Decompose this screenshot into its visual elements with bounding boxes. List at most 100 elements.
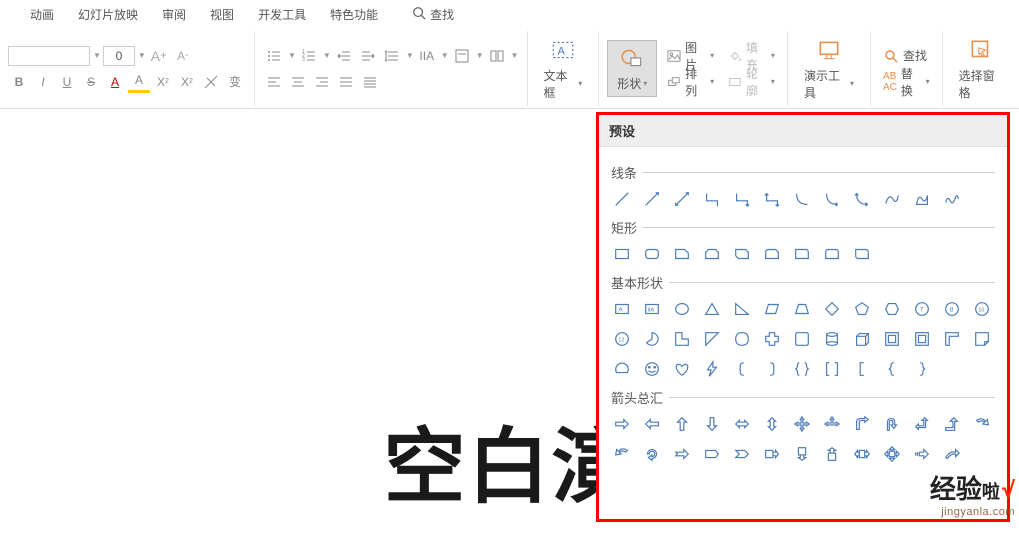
fill-button[interactable]: 填充▾ bbox=[724, 45, 779, 67]
align-center-icon[interactable] bbox=[287, 71, 309, 93]
frame-icon[interactable] bbox=[911, 328, 933, 350]
highlight-icon[interactable]: A bbox=[128, 71, 150, 93]
replace-button[interactable]: ABAC 替换▾ bbox=[879, 71, 934, 93]
line-icon[interactable] bbox=[611, 188, 633, 210]
line-double-arrow-icon[interactable] bbox=[671, 188, 693, 210]
arrow-down-icon[interactable] bbox=[701, 413, 723, 435]
shapes-button[interactable]: 形状▾ bbox=[607, 40, 657, 97]
align-text-icon[interactable] bbox=[451, 45, 473, 67]
subscript-icon[interactable]: X2 bbox=[176, 71, 198, 93]
elbow-connector-icon[interactable] bbox=[701, 188, 723, 210]
trapezoid-icon[interactable] bbox=[791, 298, 813, 320]
brace-right-icon[interactable] bbox=[911, 358, 933, 380]
line-spacing-icon[interactable] bbox=[381, 45, 403, 67]
arrow-callout-lr-icon[interactable] bbox=[851, 443, 873, 465]
cross-icon[interactable] bbox=[761, 328, 783, 350]
arrow-leftright-icon[interactable] bbox=[731, 413, 753, 435]
arrow-up-icon[interactable] bbox=[671, 413, 693, 435]
arrow-right-icon[interactable] bbox=[611, 413, 633, 435]
round-single-icon[interactable] bbox=[791, 243, 813, 265]
arrow-swoosh-icon[interactable] bbox=[941, 443, 963, 465]
picture-button[interactable]: 图片▾ bbox=[663, 45, 718, 67]
select-pane-button[interactable]: 选择窗格 bbox=[951, 33, 1011, 105]
arrow-callout-right-icon[interactable] bbox=[761, 443, 783, 465]
chord-icon[interactable] bbox=[611, 358, 633, 380]
rounded-rect-icon[interactable] bbox=[641, 243, 663, 265]
lightning-icon[interactable] bbox=[701, 358, 723, 380]
oval-icon[interactable] bbox=[671, 298, 693, 320]
bracket-right-icon[interactable] bbox=[761, 358, 783, 380]
arrow-notched-icon[interactable] bbox=[671, 443, 693, 465]
clear-format-icon[interactable] bbox=[200, 71, 222, 93]
pie-icon[interactable] bbox=[641, 328, 663, 350]
tab-features[interactable]: 特色功能 bbox=[330, 6, 378, 23]
smiley-icon[interactable] bbox=[641, 358, 663, 380]
heart-icon[interactable] bbox=[671, 358, 693, 380]
triangle-icon[interactable] bbox=[701, 298, 723, 320]
snip-diag-icon[interactable] bbox=[731, 243, 753, 265]
arrow-chevron-icon[interactable] bbox=[731, 443, 753, 465]
align-justify-icon[interactable] bbox=[335, 71, 357, 93]
bold-icon[interactable]: B bbox=[8, 71, 30, 93]
round-same-icon[interactable] bbox=[821, 243, 843, 265]
tab-search[interactable]: 查找 bbox=[412, 6, 454, 23]
tab-devtools[interactable]: 开发工具 bbox=[258, 6, 306, 23]
tear-icon[interactable] bbox=[731, 328, 753, 350]
arrow-callout-down-icon[interactable] bbox=[791, 443, 813, 465]
increase-font-icon[interactable]: A+ bbox=[148, 45, 170, 67]
elbow-double-icon[interactable] bbox=[761, 188, 783, 210]
font-size-input[interactable] bbox=[103, 46, 135, 66]
half-frame-icon[interactable] bbox=[941, 328, 963, 350]
italic-icon[interactable]: I bbox=[32, 71, 54, 93]
elbow-arrow-icon[interactable] bbox=[731, 188, 753, 210]
tab-review[interactable]: 审阅 bbox=[162, 6, 186, 23]
pentagon-icon[interactable] bbox=[851, 298, 873, 320]
font-color-icon[interactable]: A bbox=[104, 71, 126, 93]
tab-slideshow[interactable]: 幻灯片放映 bbox=[78, 6, 138, 23]
round-diag-icon[interactable] bbox=[851, 243, 873, 265]
snip-round-icon[interactable] bbox=[761, 243, 783, 265]
bevel-icon[interactable] bbox=[881, 328, 903, 350]
tab-animation[interactable]: 动画 bbox=[30, 6, 54, 23]
arrow-callout-up-icon[interactable] bbox=[821, 443, 843, 465]
arrow-pentagon-icon[interactable] bbox=[701, 443, 723, 465]
decagon-icon[interactable]: 10 bbox=[971, 298, 993, 320]
folded-corner-icon[interactable] bbox=[971, 328, 993, 350]
arrow-callout-quad-icon[interactable] bbox=[881, 443, 903, 465]
columns-icon[interactable] bbox=[486, 45, 508, 67]
arrange-button[interactable]: 排列▾ bbox=[663, 71, 718, 93]
format-painter-icon[interactable]: 变 bbox=[224, 71, 246, 93]
textbox-shape-icon[interactable]: A bbox=[611, 298, 633, 320]
bullets-icon[interactable] bbox=[263, 45, 285, 67]
tab-view[interactable]: 视图 bbox=[210, 6, 234, 23]
arrow-left-icon[interactable] bbox=[641, 413, 663, 435]
demo-tools-button[interactable]: 演示工具▾ bbox=[796, 33, 862, 105]
arrow-quad-icon[interactable] bbox=[791, 413, 813, 435]
textbox-button[interactable]: A 文本框▾ bbox=[536, 33, 591, 105]
align-distributed-icon[interactable] bbox=[359, 71, 381, 93]
arrow-circular-icon[interactable] bbox=[641, 443, 663, 465]
corner-icon[interactable] bbox=[671, 328, 693, 350]
strikethrough-icon[interactable]: S bbox=[80, 71, 102, 93]
decrease-font-icon[interactable]: A- bbox=[172, 45, 194, 67]
indent-right-icon[interactable] bbox=[357, 45, 379, 67]
curve-double-icon[interactable] bbox=[851, 188, 873, 210]
snip-same-icon[interactable] bbox=[701, 243, 723, 265]
arrow-tri-icon[interactable] bbox=[821, 413, 843, 435]
freeform-icon[interactable] bbox=[911, 188, 933, 210]
find-button[interactable]: 查找 bbox=[879, 45, 934, 67]
rect-icon[interactable] bbox=[611, 243, 633, 265]
arrow-uturn-icon[interactable] bbox=[881, 413, 903, 435]
arrow-striped-icon[interactable] bbox=[911, 443, 933, 465]
curve-connector-icon[interactable] bbox=[791, 188, 813, 210]
superscript-icon[interactable]: X2 bbox=[152, 71, 174, 93]
vtextbox-icon[interactable]: IIA bbox=[641, 298, 663, 320]
heptagon-icon[interactable]: 7 bbox=[911, 298, 933, 320]
line-arrow-icon[interactable] bbox=[641, 188, 663, 210]
arrow-curved-left-icon[interactable] bbox=[611, 443, 633, 465]
curve-icon[interactable] bbox=[881, 188, 903, 210]
chevron-down-icon[interactable]: ▼ bbox=[138, 51, 146, 60]
indent-left-icon[interactable] bbox=[333, 45, 355, 67]
bracket-pair-icon[interactable] bbox=[821, 358, 843, 380]
octagon-icon[interactable]: 8 bbox=[941, 298, 963, 320]
